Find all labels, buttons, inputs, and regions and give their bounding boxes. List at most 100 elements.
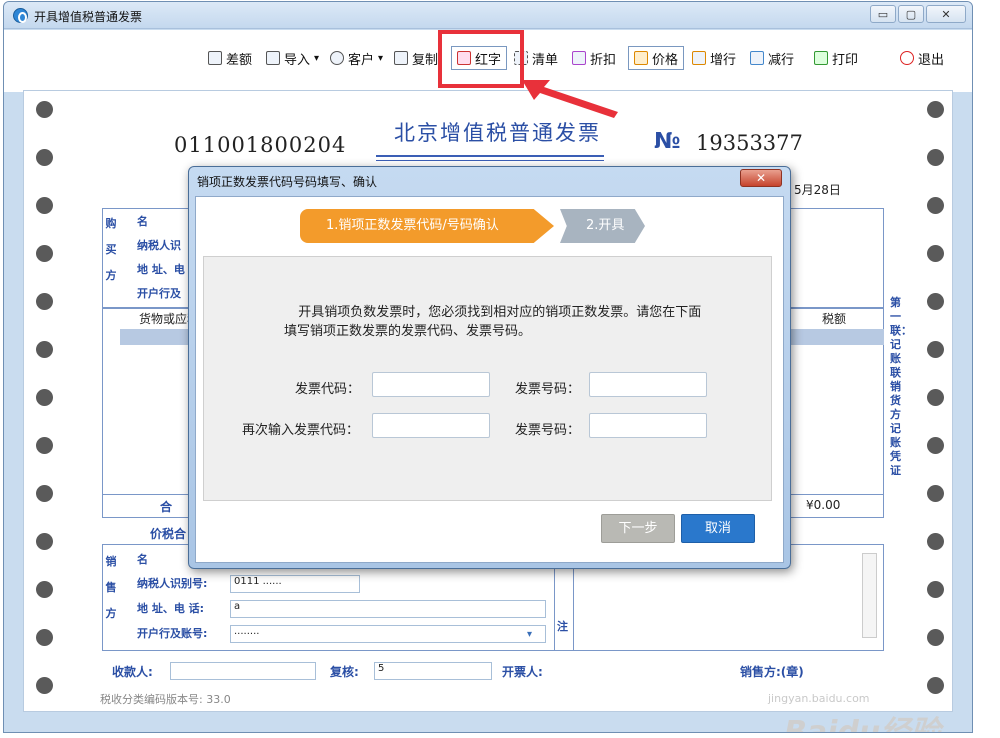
issuer-label: 开票人:: [502, 665, 543, 679]
watermark-logo: Baidu经验: [784, 715, 941, 733]
import-icon: [266, 51, 280, 65]
tax-amount-header: 税额: [822, 312, 847, 326]
print-button[interactable]: 打印: [814, 46, 858, 70]
discount-button[interactable]: 折扣: [572, 46, 616, 70]
highlight-arrow-icon: [522, 80, 618, 118]
seller-stamp-label: 销售方:(章): [740, 665, 804, 679]
seller-bank-field[interactable]: ........: [230, 625, 546, 643]
number-symbol: №: [654, 129, 681, 154]
invoice-number-input[interactable]: [589, 372, 707, 397]
close-window-button[interactable]: ✕: [926, 5, 966, 23]
invoice-number-again-input[interactable]: [589, 413, 707, 438]
invoice-number-again-label: 发票号码：: [515, 423, 581, 438]
reviewer-label: 复核:: [330, 665, 359, 679]
invoice-code-again-input[interactable]: [372, 413, 490, 438]
buyer-heading: 购买方: [105, 217, 117, 282]
seller-name-label: 名: [137, 553, 148, 566]
perforation-dot: [36, 101, 53, 118]
dialog-title: 销项正数发票代码号码填写、确认: [197, 175, 378, 189]
cancel-button[interactable]: 取消: [681, 514, 755, 543]
perforation-dot: [927, 341, 944, 358]
remove-row-icon: [750, 51, 764, 65]
perforation-dot: [36, 293, 53, 310]
title-underline: [376, 155, 604, 157]
perforation-dot: [927, 389, 944, 406]
seller-heading: 销售方: [105, 555, 117, 620]
perforation-dot: [927, 533, 944, 550]
step-2-indicator: 2.开具: [560, 209, 645, 243]
perforation-dot: [36, 533, 53, 550]
highlight-box: [438, 30, 524, 88]
payee-field[interactable]: [170, 662, 316, 680]
add-row-icon: [692, 51, 706, 65]
perforation-dot: [36, 581, 53, 598]
chevron-down-icon: ▾: [378, 52, 384, 64]
confirm-dialog: 销项正数发票代码号码填写、确认 ✕ 1.销项正数发票代码/号码确认 2.开具 开…: [188, 166, 791, 569]
remark-label: 注: [557, 620, 568, 633]
seller-address-field[interactable]: a: [230, 600, 546, 618]
buyer-address-label: 地 址、电: [137, 263, 185, 276]
copy-button[interactable]: 复制: [394, 46, 438, 70]
buyer-taxid-label: 纳税人识: [137, 239, 181, 252]
exit-button[interactable]: 退出: [900, 46, 944, 70]
dialog-close-button[interactable]: ✕: [740, 169, 782, 187]
dialog-body: 1.销项正数发票代码/号码确认 2.开具 开具销项负数发票时，您必须找到相对应的…: [195, 196, 784, 563]
price-button[interactable]: 价格: [628, 46, 685, 70]
payee-label: 收款人:: [112, 665, 153, 679]
perforation-dot: [36, 677, 53, 694]
price-icon: [634, 51, 648, 65]
invoice-code-label: 发票代码：: [295, 382, 361, 397]
perforation-dot: [36, 629, 53, 646]
buyer-bank-label: 开户行及: [137, 287, 181, 300]
perforation-dot: [36, 197, 53, 214]
seller-taxid-label: 纳税人识别号:: [137, 577, 208, 590]
printer-icon: [814, 51, 828, 65]
invoice-number: 19353377: [696, 131, 803, 155]
chevron-down-icon[interactable]: ▾: [527, 629, 532, 640]
perforation-dot: [36, 245, 53, 262]
copy-icon: [394, 51, 408, 65]
perforation-dot: [36, 149, 53, 166]
perforation-dot: [927, 245, 944, 262]
perforation-dot: [927, 293, 944, 310]
perforation-dot: [927, 581, 944, 598]
seller-taxid-field[interactable]: 0111 ......: [230, 575, 360, 593]
customer-icon: [330, 51, 344, 65]
perforation-dot: [36, 389, 53, 406]
remark-scrollbar[interactable]: [862, 553, 877, 638]
invoice-date: 5月28日: [794, 183, 841, 197]
invoice-code-input[interactable]: [372, 372, 490, 397]
perforation-dot: [927, 197, 944, 214]
dialog-form-panel: 开具销项负数发票时，您必须找到相对应的销项正数发票。请您在下面填写销项正数发票的…: [203, 256, 772, 501]
list-icon: [208, 51, 222, 65]
difference-button[interactable]: 差额: [208, 46, 252, 70]
perforation-dot: [36, 485, 53, 502]
reviewer-field[interactable]: 5: [374, 662, 492, 680]
invoice-code: 011001800204: [174, 133, 347, 157]
perforation-dot: [927, 677, 944, 694]
title-bar: 开具增值税普通发票 ▭ ▢ ✕: [4, 2, 972, 29]
perforation-dot: [36, 437, 53, 454]
discount-icon: [572, 51, 586, 65]
perforation-dot: [927, 485, 944, 502]
add-row-button[interactable]: 增行: [692, 46, 736, 70]
dialog-message: 开具销项负数发票时，您必须找到相对应的销项正数发票。请您在下面填写销项正数发票的…: [284, 305, 702, 339]
perforation-dot: [927, 149, 944, 166]
watermark-url: jingyan.baidu.com: [768, 692, 870, 705]
window-controls: ▭ ▢ ✕: [870, 5, 966, 23]
power-icon: [900, 51, 914, 65]
seller-address-label: 地 址、电 话:: [137, 602, 205, 615]
maximize-button[interactable]: ▢: [898, 5, 924, 23]
minimize-button[interactable]: ▭: [870, 5, 896, 23]
chevron-down-icon: ▾: [314, 52, 320, 64]
window-title: 开具增值税普通发票: [34, 10, 143, 24]
sum-label: 合: [160, 500, 173, 514]
sum-value: ¥0.00: [806, 498, 841, 512]
remove-row-button[interactable]: 减行: [750, 46, 794, 70]
customer-button[interactable]: 客户 ▾: [330, 46, 383, 70]
import-button[interactable]: 导入 ▾: [266, 46, 319, 70]
perforation-dot: [36, 341, 53, 358]
total-label: 价税合: [150, 527, 187, 541]
perforation-dot: [927, 101, 944, 118]
next-step-button[interactable]: 下一步: [601, 514, 675, 543]
